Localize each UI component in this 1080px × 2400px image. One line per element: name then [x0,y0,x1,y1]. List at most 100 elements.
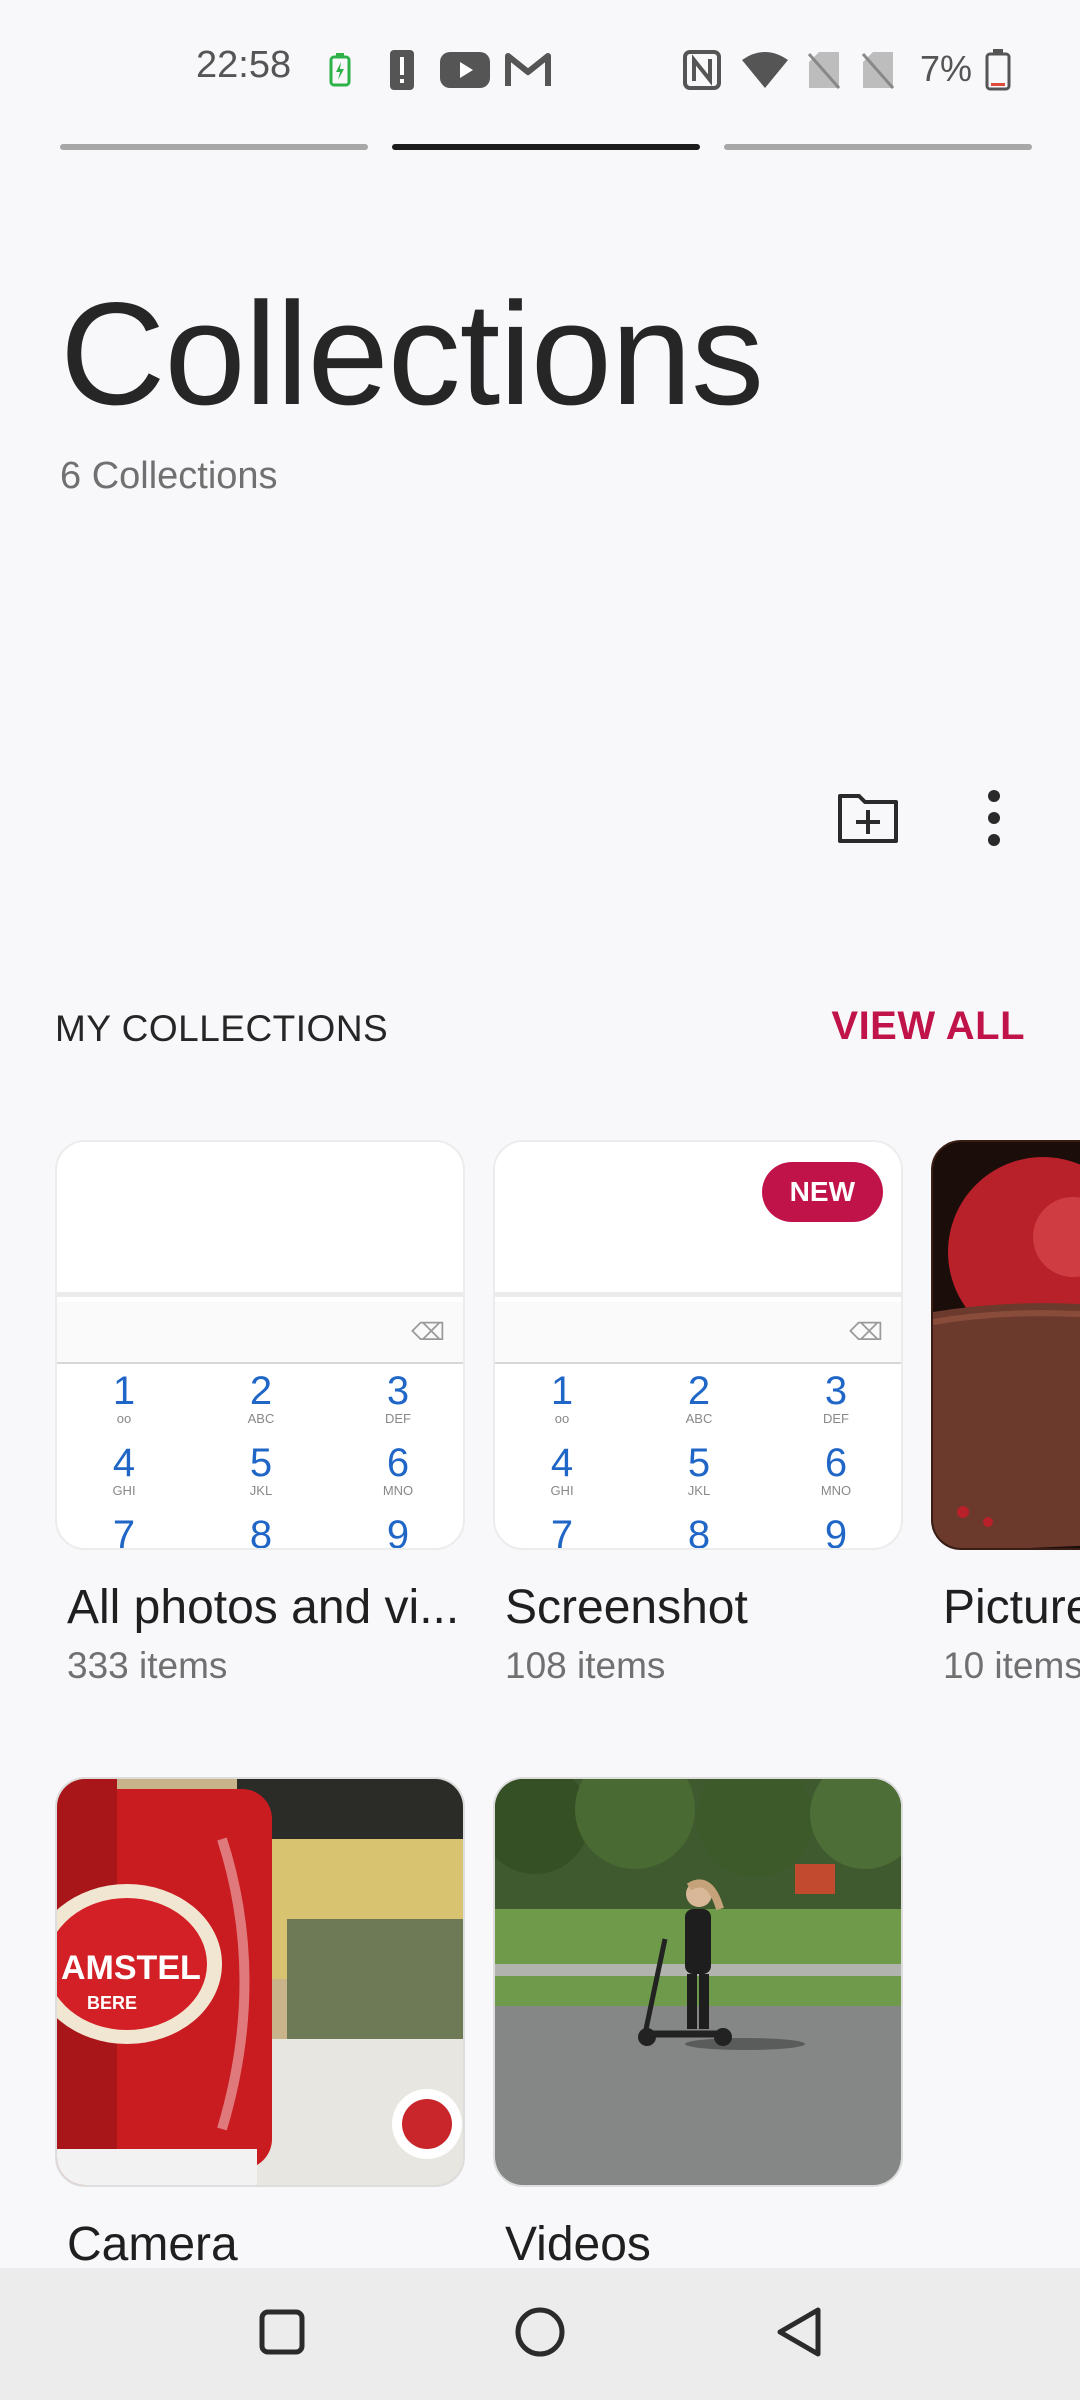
dial-key-letters: ABC [685,1411,713,1426]
collection-title: All photos and vi... [67,1581,460,1634]
dial-key-letters: MNO [820,1483,852,1498]
dial-key-3: 3 DEF [330,1369,463,1426]
collection-thumbnail [493,1777,903,2187]
dial-key-letters: GHI [550,1483,574,1498]
nfc-icon [682,48,722,92]
beer-cans-photo: AMSTEL BERE [57,1779,463,2185]
dial-key-digit: 6 [824,1441,848,1485]
dialer-preview-input: ⌫ [57,1302,463,1364]
collection-count: 333 items [67,1645,228,1686]
more-options-button[interactable] [962,778,1026,862]
collections-count: 6 Collections [60,455,278,497]
can-sub-text: BERE [87,1993,137,2013]
dial-key-9: 9 [330,1514,463,1548]
gallery-collections-screen: 22:58 7% Collections 6 Collections MY CO… [0,0,1080,2400]
recents-square-icon [258,2308,306,2361]
dial-key-5: 5 JKL [193,1442,329,1498]
new-folder-icon [837,788,899,849]
collection-card-screenshot[interactable]: ⌫ 1 ᴏᴏ 2 ABC 3 DEF 4 GHI 5 JKL 6 MNO 7 8 9 NEW Screens… [493,1140,903,1686]
dial-key-digit: 7 [550,1513,574,1550]
battery-charging-icon [326,48,354,92]
collection-count: 10 items [943,1645,1080,1686]
status-bar: 22:58 7% [0,0,1080,140]
collection-card-videos[interactable]: Videos [493,1777,903,2271]
dial-key-digit: 3 [824,1369,848,1413]
dial-key-digit: 1 [112,1369,136,1413]
story-indicator-2-active [392,144,700,150]
collection-title: Videos [505,2218,651,2271]
dial-key-3: 3 DEF [768,1369,901,1426]
dial-key-letters: ABC [247,1411,275,1426]
no-sim-icon [860,48,896,92]
collection-title: Pictures [943,1581,1080,1634]
dial-key-letters: JKL [249,1483,273,1498]
more-options-icon [986,789,1002,852]
collection-thumbnail: AMSTEL BERE [55,1777,465,2187]
dial-key-1: 1 ᴏᴏ [57,1369,192,1426]
scooter-photo [495,1779,901,2185]
new-folder-button[interactable] [828,778,908,858]
collection-title: Screenshot [505,1581,748,1634]
dial-key-8: 8 [193,1514,329,1548]
dial-key-digit: 1 [550,1369,574,1413]
wifi-icon [740,48,790,92]
dial-key-digit: 2 [249,1369,273,1413]
alert-icon [386,48,418,92]
collection-count: 108 items [505,1645,666,1686]
dial-key-7: 7 [57,1513,192,1550]
dial-key-digit: 4 [112,1441,136,1485]
dial-key-letters: ᴏᴏ [116,1411,132,1426]
dial-key-digit: 5 [687,1441,711,1485]
collection-card-camera[interactable]: AMSTEL BERE Camera [55,1777,465,2271]
dial-key-letters: DEF [823,1411,849,1426]
back-triangle-icon [774,2306,826,2363]
battery-percent: 7% [920,48,973,89]
home-button[interactable] [480,2268,600,2400]
dial-key-8: 8 [631,1513,767,1550]
dial-key-2: 2 ABC [631,1370,767,1426]
section-title: MY COLLECTIONS [55,1008,389,1049]
dial-key-letters: DEF [385,1411,411,1426]
dial-key-6: 6 MNO [768,1441,901,1498]
backspace-icon: ⌫ [849,1319,883,1346]
back-button[interactable] [740,2268,860,2400]
dial-key-digit: 4 [550,1441,574,1485]
dial-key-2: 2 ABC [193,1370,329,1426]
dial-key-6: 6 MNO [330,1442,463,1498]
dial-key-letters: MNO [382,1483,414,1498]
backspace-icon: ⌫ [411,1319,445,1346]
dial-key-digit: 8 [687,1513,711,1550]
status-time: 22:58 [196,44,292,86]
dial-key-digit: 9 [824,1513,848,1550]
collection-title: Camera [67,2218,238,2271]
no-sim-icon [806,48,842,92]
gmail-icon [505,48,551,92]
collection-thumbnail: ⌫ 1 ᴏᴏ 2 ABC 3 DEF 4 GHI 5 JKL 6 MNO 7 8 9 [55,1140,465,1550]
dial-key-1: 1 ᴏᴏ [495,1369,630,1426]
dial-key-5: 5 JKL [631,1442,767,1498]
page-title: Collections [60,272,764,435]
collection-thumbnail: ⌫ 1 ᴏᴏ 2 ABC 3 DEF 4 GHI 5 JKL 6 MNO 7 8 9 NEW [493,1140,903,1550]
view-all-link[interactable]: VIEW ALL [831,1004,1025,1049]
dial-key-4: 4 GHI [57,1441,192,1498]
story-indicator-3 [724,144,1032,150]
dial-key-letters: ᴏᴏ [554,1411,570,1426]
battery-low-icon [984,48,1012,92]
dial-key-digit: 3 [386,1369,410,1413]
dial-key-digit: 7 [112,1513,136,1550]
collection-card-all-photos[interactable]: ⌫ 1 ᴏᴏ 2 ABC 3 DEF 4 GHI 5 JKL 6 MNO 7 8 9 All photos … [55,1140,465,1686]
pomegranate-photo [933,1142,1080,1548]
recents-button[interactable] [222,2268,342,2400]
youtube-icon [440,48,490,92]
collection-card-pictures[interactable]: Pictures 10 items [931,1140,1080,1686]
system-navigation-bar [0,2268,1080,2400]
collection-thumbnail [931,1140,1080,1550]
dial-key-7: 7 [495,1513,630,1550]
dial-key-digit: 2 [687,1369,711,1413]
home-circle-icon [514,2306,566,2363]
can-brand-text: AMSTEL [61,1949,201,1987]
new-badge: NEW [761,1162,883,1222]
dial-key-4: 4 GHI [495,1441,630,1498]
dial-key-letters: JKL [687,1483,711,1498]
dialer-preview-top [57,1142,463,1297]
